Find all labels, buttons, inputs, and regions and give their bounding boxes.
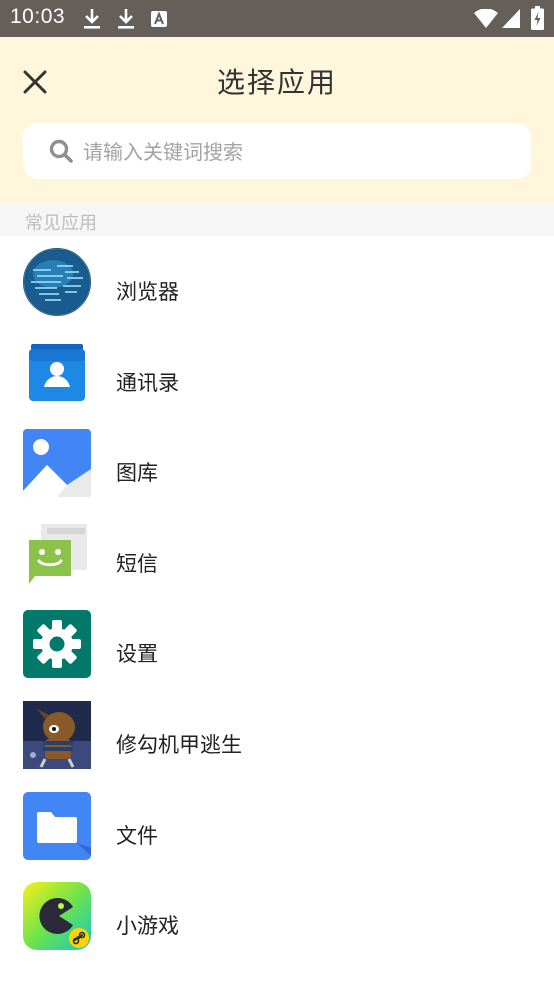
page-title: 选择应用 (216, 66, 337, 99)
app-item-browser[interactable]: 浏览器 (0, 236, 554, 327)
search-bar[interactable] (23, 123, 531, 179)
app-item-contacts[interactable]: 通讯录 (0, 327, 554, 418)
settings-gear-icon (23, 610, 91, 679)
app-item-game-dog[interactable]: 修勾机甲逃生 (0, 689, 554, 780)
text-notification-icon (151, 11, 167, 27)
status-bar: 10:03 (0, 0, 554, 37)
app-item-mini-game[interactable]: 小游戏 (0, 870, 554, 961)
section-label: 常见应用 (25, 213, 97, 234)
app-item-files[interactable]: 文件 (0, 780, 554, 871)
download-icon (118, 9, 134, 29)
gallery-icon (23, 429, 91, 498)
status-time: 10:03 (10, 5, 66, 28)
mini-game-icon (23, 882, 91, 951)
search-icon (49, 139, 73, 163)
wifi-icon (474, 9, 498, 28)
section-header: 常见应用 (0, 203, 554, 236)
app-item-settings[interactable]: 设置 (0, 598, 554, 689)
browser-globe-icon (23, 248, 91, 316)
battery-charging-icon (531, 6, 544, 30)
app-label: 小游戏 (116, 914, 179, 939)
app-list: 浏览器 通讯录 图库 短信 设置 修勾机甲逃生 文件 小游戏 (0, 236, 554, 961)
game-dog-icon (23, 700, 91, 769)
app-item-messaging[interactable]: 短信 (0, 508, 554, 599)
signal-icon (502, 9, 520, 28)
download-icon (84, 9, 100, 29)
folder-icon (23, 791, 91, 860)
messaging-icon (29, 523, 87, 584)
app-item-gallery[interactable]: 图库 (0, 417, 554, 508)
contacts-icon (29, 343, 85, 401)
search-input[interactable] (81, 133, 505, 171)
app-picker-header: 选择应用 (0, 37, 554, 203)
